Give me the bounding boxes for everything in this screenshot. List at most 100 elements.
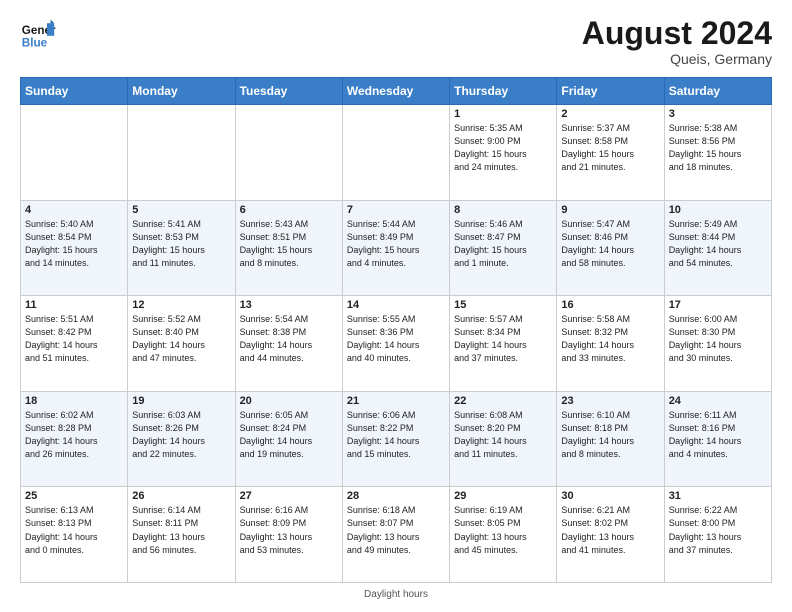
day-number: 10	[669, 204, 767, 216]
day-number: 12	[132, 299, 230, 311]
day-cell: 19 Sunrise: 6:03 AM Sunset: 8:26 PM Dayli…	[128, 391, 235, 487]
day-cell: 21 Sunrise: 6:06 AM Sunset: 8:22 PM Dayli…	[342, 391, 449, 487]
day-info: Sunrise: 6:22 AM Sunset: 8:00 PM Dayligh…	[669, 504, 767, 556]
day-cell: 20 Sunrise: 6:05 AM Sunset: 8:24 PM Dayli…	[235, 391, 342, 487]
day-cell: 26 Sunrise: 6:14 AM Sunset: 8:11 PM Dayli…	[128, 487, 235, 583]
day-number: 11	[25, 299, 123, 311]
day-info: Sunrise: 6:05 AM Sunset: 8:24 PM Dayligh…	[240, 409, 338, 461]
day-cell: 3Sunrise: 5:38 AM Sunset: 8:56 PM Daylig…	[664, 105, 771, 201]
day-cell: 31 Sunrise: 6:22 AM Sunset: 8:00 PM Dayli…	[664, 487, 771, 583]
col-header-sunday: Sunday	[21, 78, 128, 105]
day-cell: 14 Sunrise: 5:55 AM Sunset: 8:36 PM Dayli…	[342, 296, 449, 392]
day-cell	[235, 105, 342, 201]
col-header-saturday: Saturday	[664, 78, 771, 105]
day-info: Sunrise: 6:18 AM Sunset: 8:07 PM Dayligh…	[347, 504, 445, 556]
day-info: Sunrise: 5:54 AM Sunset: 8:38 PM Dayligh…	[240, 313, 338, 365]
day-cell: 23 Sunrise: 6:10 AM Sunset: 8:18 PM Dayli…	[557, 391, 664, 487]
col-header-tuesday: Tuesday	[235, 78, 342, 105]
day-cell: 7 Sunrise: 5:44 AM Sunset: 8:49 PM Daylig…	[342, 200, 449, 296]
day-info: Sunrise: 6:11 AM Sunset: 8:16 PM Dayligh…	[669, 409, 767, 461]
day-cell	[342, 105, 449, 201]
logo: General Blue	[20, 16, 56, 52]
day-cell: 22Sunrise: 6:08 AM Sunset: 8:20 PM Dayli…	[450, 391, 557, 487]
day-info: Sunrise: 6:10 AM Sunset: 8:18 PM Dayligh…	[561, 409, 659, 461]
day-cell	[128, 105, 235, 201]
day-info: Sunrise: 5:52 AM Sunset: 8:40 PM Dayligh…	[132, 313, 230, 365]
day-number: 17	[669, 299, 767, 311]
day-info: Sunrise: 5:58 AM Sunset: 8:32 PM Dayligh…	[561, 313, 659, 365]
day-cell: 9 Sunrise: 5:47 AM Sunset: 8:46 PM Daylig…	[557, 200, 664, 296]
day-info: Sunrise: 5:46 AM Sunset: 8:47 PM Dayligh…	[454, 218, 552, 270]
day-info: Sunrise: 5:47 AM Sunset: 8:46 PM Dayligh…	[561, 218, 659, 270]
col-header-thursday: Thursday	[450, 78, 557, 105]
day-number: 14	[347, 299, 445, 311]
day-info: Sunrise: 5:38 AM Sunset: 8:56 PM Dayligh…	[669, 122, 767, 174]
day-cell: 12 Sunrise: 5:52 AM Sunset: 8:40 PM Dayli…	[128, 296, 235, 392]
day-cell: 2 Sunrise: 5:37 AM Sunset: 8:58 PM Daylig…	[557, 105, 664, 201]
day-number: 24	[669, 395, 767, 407]
day-info: Sunrise: 5:44 AM Sunset: 8:49 PM Dayligh…	[347, 218, 445, 270]
logo-icon: General Blue	[20, 16, 56, 52]
day-info: Sunrise: 5:51 AM Sunset: 8:42 PM Dayligh…	[25, 313, 123, 365]
day-number: 18	[25, 395, 123, 407]
daylight-label: Daylight hours	[364, 589, 428, 600]
day-cell: 29 Sunrise: 6:19 AM Sunset: 8:05 PM Dayli…	[450, 487, 557, 583]
day-number: 20	[240, 395, 338, 407]
day-cell: 1 Sunrise: 5:35 AM Sunset: 9:00 PM Daylig…	[450, 105, 557, 201]
day-info: Sunrise: 6:16 AM Sunset: 8:09 PM Dayligh…	[240, 504, 338, 556]
day-cell: 6Sunrise: 5:43 AM Sunset: 8:51 PM Daylig…	[235, 200, 342, 296]
day-number: 9	[561, 204, 659, 216]
day-cell: 25Sunrise: 6:13 AM Sunset: 8:13 PM Dayli…	[21, 487, 128, 583]
day-cell: 5 Sunrise: 5:41 AM Sunset: 8:53 PM Daylig…	[128, 200, 235, 296]
page: General Blue August 2024 Queis, Germany …	[0, 0, 792, 612]
day-info: Sunrise: 6:02 AM Sunset: 8:28 PM Dayligh…	[25, 409, 123, 461]
day-number: 22	[454, 395, 552, 407]
day-info: Sunrise: 5:49 AM Sunset: 8:44 PM Dayligh…	[669, 218, 767, 270]
calendar-table: SundayMondayTuesdayWednesdayThursdayFrid…	[20, 77, 772, 583]
day-number: 31	[669, 490, 767, 502]
week-row-4: 18 Sunrise: 6:02 AM Sunset: 8:28 PM Dayli…	[21, 391, 772, 487]
day-cell	[21, 105, 128, 201]
day-cell: 28 Sunrise: 6:18 AM Sunset: 8:07 PM Dayli…	[342, 487, 449, 583]
day-info: Sunrise: 5:41 AM Sunset: 8:53 PM Dayligh…	[132, 218, 230, 270]
day-number: 6	[240, 204, 338, 216]
day-info: Sunrise: 5:35 AM Sunset: 9:00 PM Dayligh…	[454, 122, 552, 174]
week-row-1: 1 Sunrise: 5:35 AM Sunset: 9:00 PM Daylig…	[21, 105, 772, 201]
location: Queis, Germany	[582, 51, 772, 67]
day-info: Sunrise: 6:00 AM Sunset: 8:30 PM Dayligh…	[669, 313, 767, 365]
day-cell: 10 Sunrise: 5:49 AM Sunset: 8:44 PM Dayli…	[664, 200, 771, 296]
day-info: Sunrise: 6:06 AM Sunset: 8:22 PM Dayligh…	[347, 409, 445, 461]
day-number: 13	[240, 299, 338, 311]
day-info: Sunrise: 6:14 AM Sunset: 8:11 PM Dayligh…	[132, 504, 230, 556]
day-number: 2	[561, 108, 659, 120]
day-number: 29	[454, 490, 552, 502]
day-number: 23	[561, 395, 659, 407]
day-info: Sunrise: 6:21 AM Sunset: 8:02 PM Dayligh…	[561, 504, 659, 556]
day-number: 5	[132, 204, 230, 216]
week-row-5: 25Sunrise: 6:13 AM Sunset: 8:13 PM Dayli…	[21, 487, 772, 583]
col-header-wednesday: Wednesday	[342, 78, 449, 105]
day-info: Sunrise: 5:40 AM Sunset: 8:54 PM Dayligh…	[25, 218, 123, 270]
day-number: 1	[454, 108, 552, 120]
day-number: 15	[454, 299, 552, 311]
day-info: Sunrise: 5:37 AM Sunset: 8:58 PM Dayligh…	[561, 122, 659, 174]
day-cell: 4Sunrise: 5:40 AM Sunset: 8:54 PM Daylig…	[21, 200, 128, 296]
day-cell: 11 Sunrise: 5:51 AM Sunset: 8:42 PM Dayli…	[21, 296, 128, 392]
svg-text:Blue: Blue	[22, 37, 48, 50]
day-info: Sunrise: 6:03 AM Sunset: 8:26 PM Dayligh…	[132, 409, 230, 461]
day-cell: 30Sunrise: 6:21 AM Sunset: 8:02 PM Dayli…	[557, 487, 664, 583]
day-number: 26	[132, 490, 230, 502]
day-number: 25	[25, 490, 123, 502]
day-number: 21	[347, 395, 445, 407]
day-number: 19	[132, 395, 230, 407]
day-info: Sunrise: 6:19 AM Sunset: 8:05 PM Dayligh…	[454, 504, 552, 556]
col-header-monday: Monday	[128, 78, 235, 105]
day-number: 7	[347, 204, 445, 216]
day-number: 28	[347, 490, 445, 502]
day-cell: 13 Sunrise: 5:54 AM Sunset: 8:38 PM Dayli…	[235, 296, 342, 392]
day-cell: 8Sunrise: 5:46 AM Sunset: 8:47 PM Daylig…	[450, 200, 557, 296]
month-title: August 2024	[582, 16, 772, 51]
week-row-2: 4Sunrise: 5:40 AM Sunset: 8:54 PM Daylig…	[21, 200, 772, 296]
day-cell: 17 Sunrise: 6:00 AM Sunset: 8:30 PM Dayli…	[664, 296, 771, 392]
day-info: Sunrise: 5:55 AM Sunset: 8:36 PM Dayligh…	[347, 313, 445, 365]
